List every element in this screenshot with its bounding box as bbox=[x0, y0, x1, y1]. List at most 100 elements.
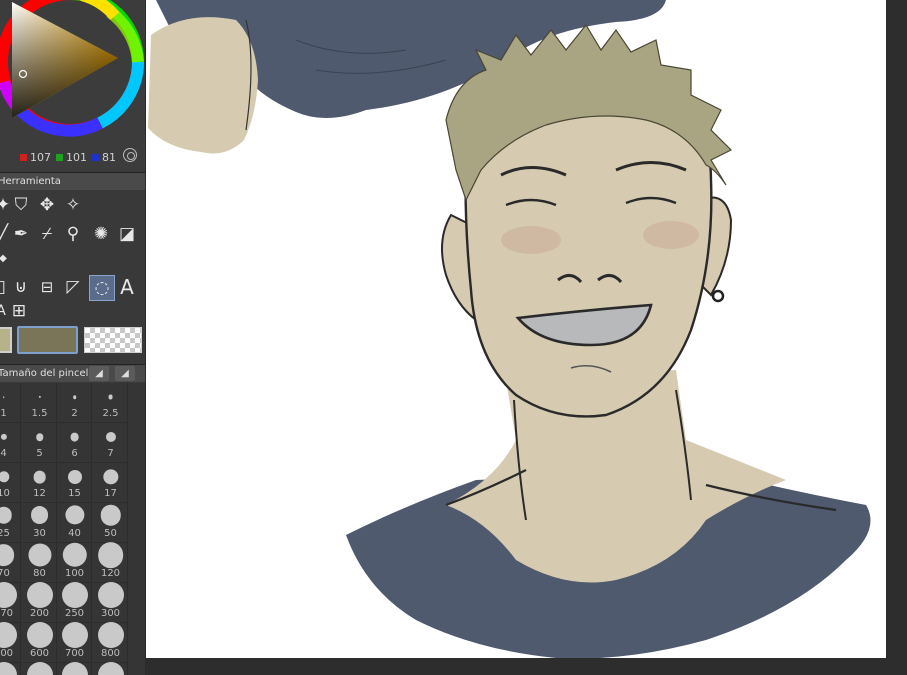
brush-size-label: 700 bbox=[64, 648, 85, 659]
brush-size-preview bbox=[61, 582, 88, 608]
brush-size-cell[interactable]: 12 bbox=[23, 463, 57, 503]
brush-size-cell[interactable]: 300 bbox=[94, 582, 128, 623]
brush-size-label: 170 bbox=[0, 608, 14, 619]
brush-size-preview bbox=[0, 622, 17, 648]
brush-size-label: 10 bbox=[0, 488, 10, 499]
brush-size-label: 200 bbox=[29, 608, 50, 619]
brush-size-cell[interactable]: 2 bbox=[58, 383, 92, 423]
brush-size-preview bbox=[97, 542, 124, 568]
brush-size-cell[interactable]: 500 bbox=[0, 622, 21, 663]
color-wheel-panel: 107 101 81 bbox=[0, 0, 145, 170]
brush-size-label: 80 bbox=[33, 568, 46, 579]
brush-size-cell[interactable]: 25 bbox=[0, 503, 21, 543]
brush-size-cell[interactable]: 7 bbox=[94, 423, 128, 463]
brush-size-cell[interactable]: 40 bbox=[58, 503, 92, 543]
move-tool-icon[interactable]: ✥ bbox=[34, 192, 60, 218]
brush-size-cell[interactable]: 600 bbox=[23, 622, 57, 663]
brush-size-label: 1.5 bbox=[31, 408, 48, 419]
color-wheel[interactable] bbox=[0, 0, 145, 142]
brush-size-label: 100 bbox=[64, 568, 85, 579]
brush-size-label: 6 bbox=[71, 448, 78, 459]
brush-size-cell[interactable]: 50 bbox=[94, 503, 128, 543]
ruler-tool-icon[interactable]: ◸ bbox=[60, 274, 86, 300]
brush-size-cell[interactable] bbox=[23, 662, 57, 675]
brush-size-cell[interactable]: 250 bbox=[58, 582, 92, 623]
brush-size-label: 500 bbox=[0, 648, 14, 659]
frame-border-icon[interactable]: ⊟ bbox=[34, 274, 60, 300]
main-color-swatch[interactable] bbox=[0, 327, 12, 353]
lasso-curve-icon[interactable]: ⊍ bbox=[8, 274, 34, 300]
brush-size-label: 5 bbox=[36, 448, 43, 459]
brush-size-cell[interactable]: 800 bbox=[94, 622, 128, 663]
grid-tool-icon[interactable]: ⊞ bbox=[6, 298, 32, 324]
eraser-icon[interactable]: ◪ bbox=[114, 221, 140, 247]
artwork bbox=[148, 0, 871, 658]
green-value: 101 bbox=[66, 151, 87, 164]
green-channel-swatch bbox=[56, 154, 63, 161]
brush-size-preview bbox=[72, 395, 77, 399]
brush-size-preview bbox=[62, 542, 87, 568]
brush-size-preview bbox=[105, 431, 116, 443]
brush-size-cell[interactable]: 120 bbox=[94, 542, 128, 583]
brush-size-cell[interactable] bbox=[58, 662, 92, 675]
brush-size-preview bbox=[61, 622, 88, 648]
brush-size-preview bbox=[97, 622, 124, 648]
brush-size-label: 70 bbox=[0, 568, 10, 579]
brush-size-cell[interactable] bbox=[94, 662, 128, 675]
brush-size-cell[interactable]: 1 bbox=[0, 383, 21, 423]
brush-size-cell[interactable]: 100 bbox=[58, 542, 92, 583]
brush-size-cell[interactable]: 15 bbox=[58, 463, 92, 503]
text-tool-icon[interactable]: A bbox=[114, 274, 140, 300]
brush-size-label: 25 bbox=[0, 528, 10, 539]
brush-size-label: 1 bbox=[0, 408, 7, 419]
brush-size-cell[interactable]: 5 bbox=[23, 423, 57, 463]
bottom-scroll-gutter bbox=[146, 658, 907, 675]
color-settings-icon[interactable] bbox=[123, 148, 137, 162]
brush-size-preview bbox=[0, 582, 17, 608]
brush-size-cell[interactable]: 17 bbox=[94, 463, 128, 503]
fill-tool-icon[interactable]: ◆ bbox=[0, 245, 16, 271]
brush-size-cell[interactable]: 6 bbox=[58, 423, 92, 463]
blue-channel-swatch bbox=[92, 154, 99, 161]
brush-size-cell[interactable]: 80 bbox=[23, 543, 57, 583]
brush-size-preview bbox=[26, 622, 53, 648]
brush-panel-menu-icon[interactable]: ◢ bbox=[115, 366, 135, 381]
object-select-icon[interactable]: ⛉ bbox=[8, 192, 34, 218]
brush-size-label: 600 bbox=[29, 648, 50, 659]
magic-wand-icon[interactable]: ✧ bbox=[60, 192, 86, 218]
brush-size-preview bbox=[97, 662, 124, 675]
brush-size-label: 4 bbox=[0, 448, 7, 459]
eyedropper-icon[interactable]: ⌿ bbox=[34, 221, 60, 247]
lasso-select-icon[interactable]: ◌ bbox=[89, 275, 115, 301]
brush-size-preview bbox=[0, 471, 10, 483]
brush-size-panel-title: Tamaño del pincel bbox=[0, 368, 89, 379]
brush-panel-option-icon[interactable]: ◢ bbox=[89, 366, 109, 381]
brush-size-preview bbox=[0, 662, 17, 675]
brush-size-preview bbox=[100, 504, 121, 526]
brush-size-preview bbox=[64, 505, 85, 525]
brush-size-cell[interactable]: 4 bbox=[0, 423, 21, 463]
brush-size-preview bbox=[2, 396, 5, 398]
brush-size-cell[interactable]: 10 bbox=[0, 463, 21, 503]
brush-size-cell[interactable] bbox=[0, 662, 21, 675]
brush-size-cell[interactable]: 30 bbox=[23, 503, 57, 543]
brush-size-preview bbox=[27, 543, 52, 567]
brush-size-cell[interactable]: 2.5 bbox=[94, 383, 128, 423]
brush-size-label: 50 bbox=[104, 528, 117, 539]
airbrush-icon[interactable]: ⚲ bbox=[60, 221, 86, 247]
pen-tool-icon[interactable]: ✒ bbox=[8, 221, 34, 247]
red-channel-swatch bbox=[20, 154, 27, 161]
brush-size-label: 15 bbox=[68, 488, 81, 499]
sub-color-swatch[interactable] bbox=[17, 326, 78, 354]
brush-size-cell[interactable]: 200 bbox=[23, 582, 57, 623]
brush-size-cell[interactable]: 170 bbox=[0, 582, 21, 623]
brush-size-label: 2 bbox=[71, 408, 78, 419]
decoration-tool-icon[interactable]: ✺ bbox=[88, 221, 114, 247]
brush-size-cell[interactable]: 1.5 bbox=[23, 383, 57, 423]
transparent-color-swatch[interactable] bbox=[84, 327, 142, 353]
brush-size-cell[interactable]: 70 bbox=[0, 543, 21, 583]
brush-size-label: 2.5 bbox=[102, 408, 119, 419]
drawing-canvas[interactable] bbox=[146, 0, 886, 658]
brush-size-cell[interactable]: 700 bbox=[58, 622, 92, 663]
brush-size-preview bbox=[0, 506, 12, 524]
